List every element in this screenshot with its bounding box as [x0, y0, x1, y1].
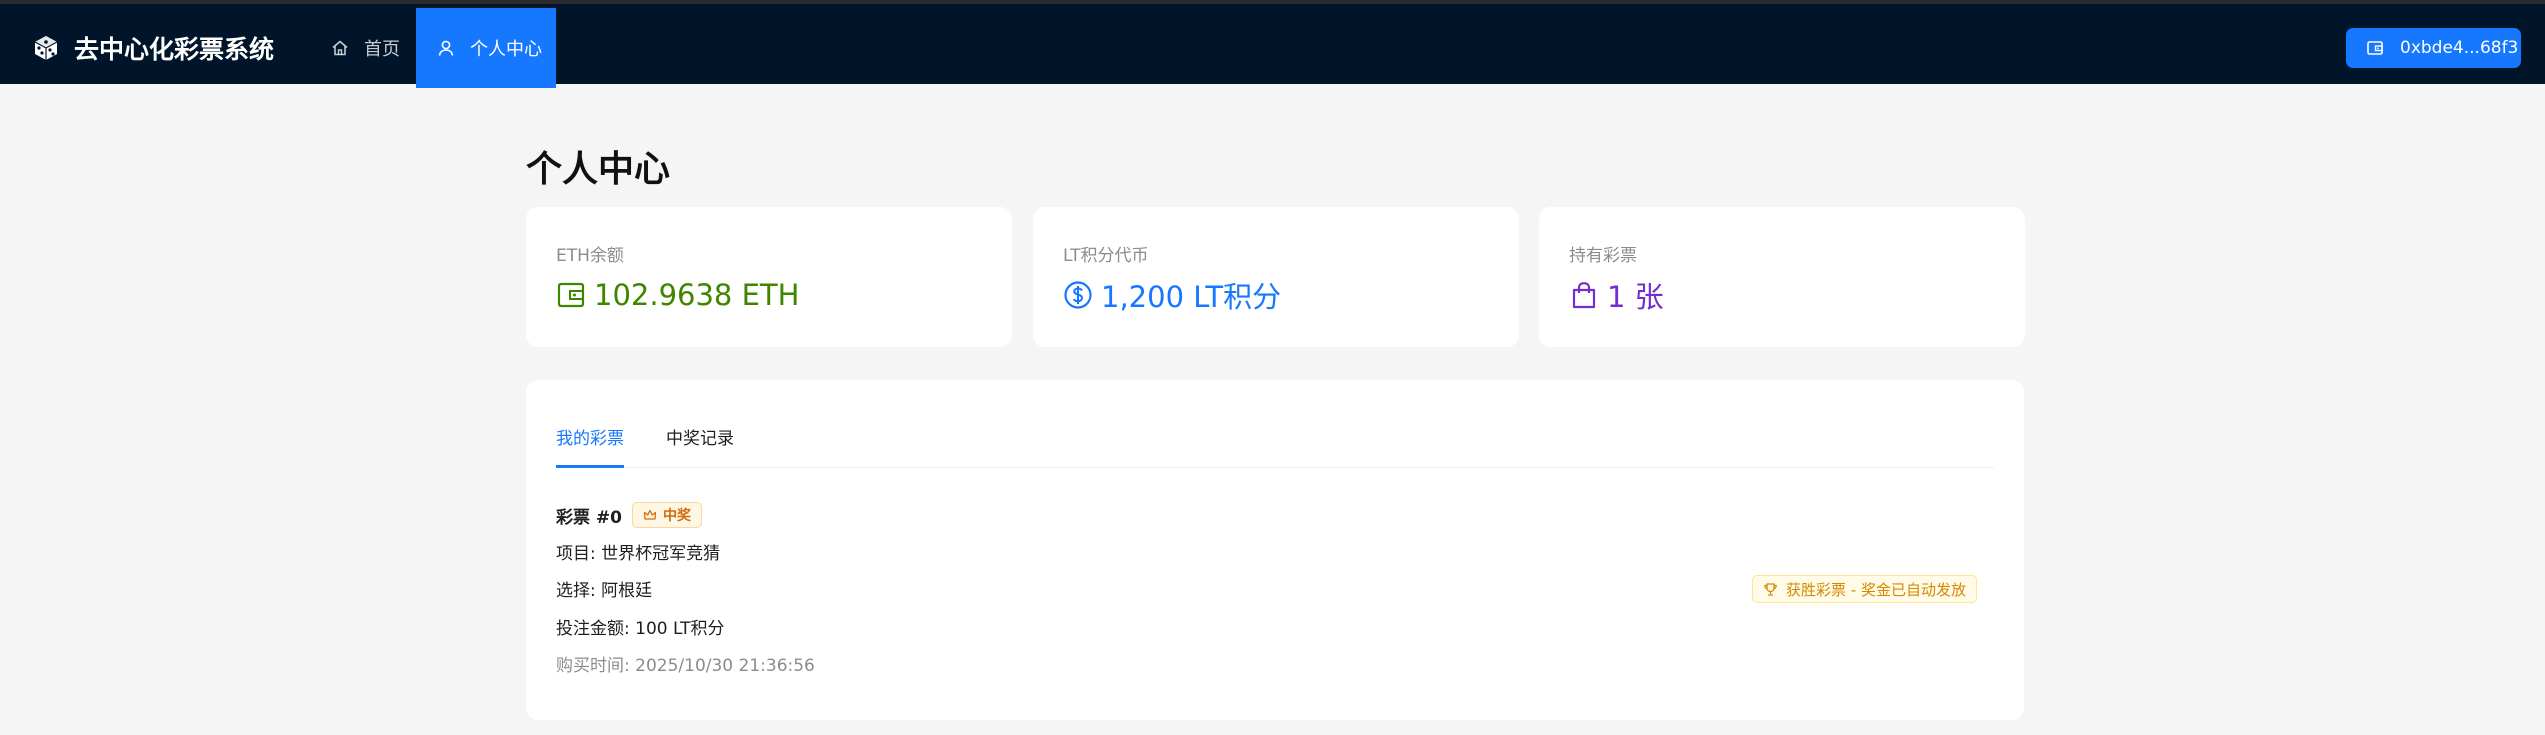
- stat-value: 1,200 LT积分: [1063, 277, 1282, 314]
- eth-balance-value: 102.9638 ETH: [594, 278, 800, 312]
- dollar-circle-icon: [1064, 281, 1092, 309]
- user-icon: [438, 40, 454, 56]
- page-title: 个人中心: [526, 149, 671, 190]
- stat-card-eth-balance: ETH余额 102.9638 ETH: [526, 207, 1012, 347]
- tickets-held-value: 1 张: [1607, 280, 1664, 314]
- nav-item-label: 首页: [364, 39, 400, 60]
- winning-ticket-tag-label: 获胜彩票 - 奖金已自动发放: [1786, 580, 1966, 599]
- tab-winning-records[interactable]: 中奖记录: [666, 420, 734, 468]
- tab-my-tickets[interactable]: 我的彩票: [556, 420, 624, 468]
- tab-bar: 我的彩票 中奖记录: [556, 420, 1994, 468]
- ticket-project: 项目: 世界杯冠军竞猜: [556, 544, 721, 564]
- dice-icon: [34, 36, 58, 60]
- status-badge-label: 中奖: [663, 508, 691, 524]
- stat-card-tickets-held: 持有彩票 1 张: [1539, 207, 2025, 347]
- ticket-amount: 投注金额: 100 LT积分: [556, 619, 725, 639]
- stat-label: 持有彩票: [1569, 246, 1637, 266]
- winning-ticket-tag: 获胜彩票 - 奖金已自动发放: [1752, 575, 1977, 603]
- ticket-header: 彩票 #0 中奖: [556, 502, 702, 528]
- ticket-purchase-time: 购买时间: 2025/10/30 21:36:56: [556, 656, 815, 676]
- lt-token-value: 1,200 LT积分: [1101, 280, 1282, 314]
- shopping-bag-icon: [1572, 282, 1596, 309]
- nav-item-profile[interactable]: 个人中心: [416, 8, 556, 88]
- brand[interactable]: 去中心化彩票系统: [32, 30, 274, 66]
- stat-value: 1 张: [1569, 277, 1664, 314]
- app-title: 去中心化彩票系统: [74, 35, 275, 64]
- stat-label: ETH余额: [556, 246, 624, 266]
- stat-label: LT积分代币: [1063, 246, 1149, 266]
- stat-value: 102.9638 ETH: [556, 277, 799, 313]
- wallet-address: 0xbde4...68f3: [2400, 38, 2519, 58]
- wallet-address-button[interactable]: 0xbde4...68f3: [2346, 28, 2521, 68]
- ticket-title: 彩票 #0: [556, 507, 622, 528]
- trophy-icon: [1764, 582, 1777, 596]
- ticket-choice: 选择: 阿根廷: [556, 581, 653, 601]
- wallet-icon: [2367, 41, 2383, 55]
- tickets-panel: 我的彩票 中奖记录 彩票 #0 中奖 项目: 世界杯冠军竞猜 选择: 阿根廷 投…: [526, 380, 2024, 720]
- crown-icon: [643, 509, 657, 520]
- top-navigation-bar: 去中心化彩票系统 首页 个人中心 0xbde4...68f3: [0, 0, 2545, 88]
- stat-card-lt-token: LT积分代币 1,200 LT积分: [1033, 207, 1519, 347]
- status-badge: 中奖: [632, 502, 702, 528]
- wallet-icon: [557, 282, 585, 308]
- home-icon: [332, 40, 348, 56]
- nav-item-label: 个人中心: [470, 39, 542, 60]
- nav-item-home[interactable]: 首页: [330, 8, 400, 88]
